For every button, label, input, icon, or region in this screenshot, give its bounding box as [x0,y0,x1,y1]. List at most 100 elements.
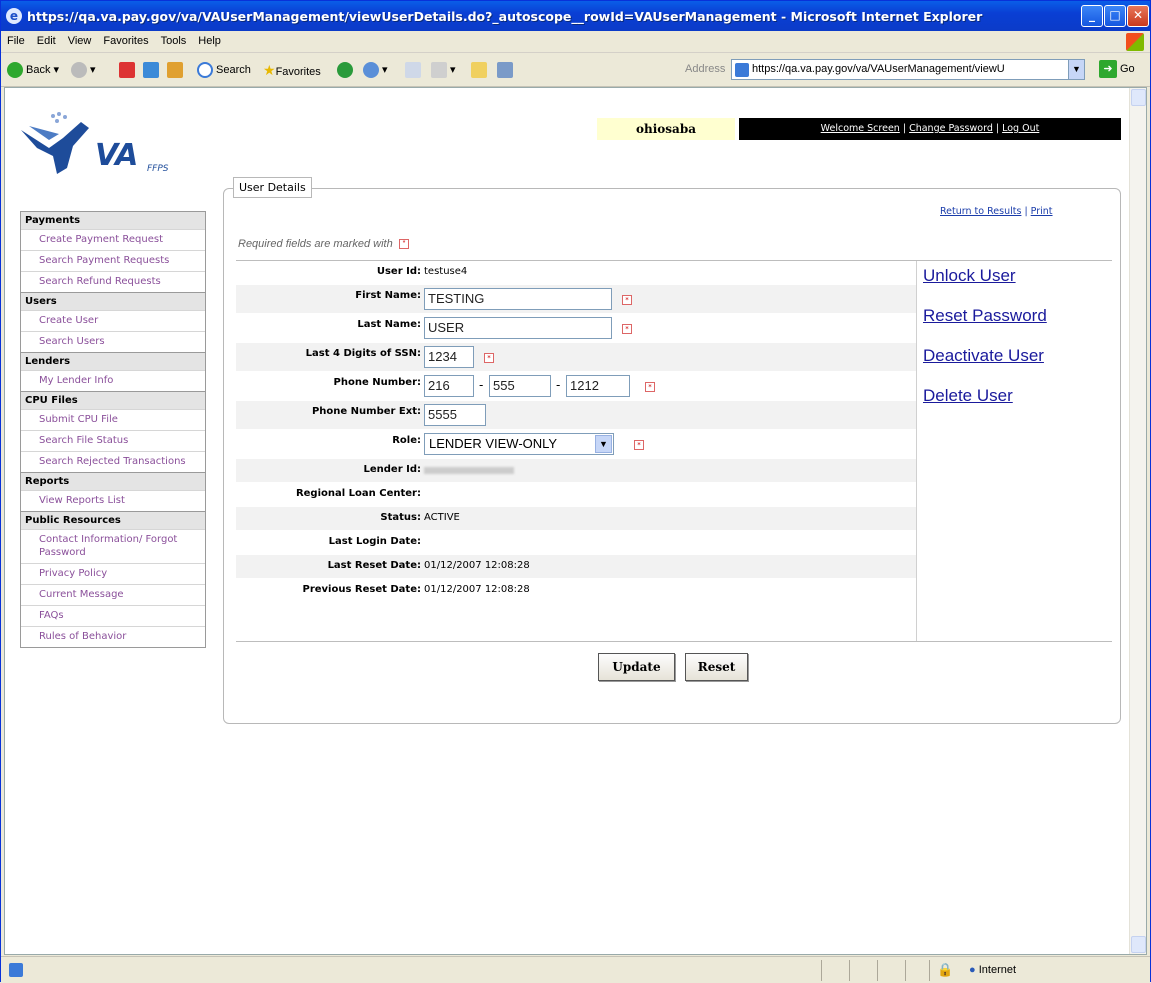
logo-subtext: FFPS [147,164,169,174]
first-name-input[interactable]: TESTING [424,288,612,310]
messenger-icon [497,62,513,78]
nav-section-lenders: Lenders [21,352,205,370]
media-button[interactable] [337,62,356,78]
phone-ext-input[interactable]: 5555 [424,404,486,426]
user-id-value: testuse4 [424,266,468,277]
address-input[interactable]: https://qa.va.pay.gov/va/VAUserManagemen… [731,59,1085,80]
mail-button[interactable] [405,62,424,78]
vertical-scrollbar[interactable] [1129,88,1146,954]
row-last-name: Last Name: USER * [236,314,916,343]
chevron-down-icon[interactable]: ▼ [595,435,612,453]
change-password-link[interactable]: Change Password [909,123,993,134]
ie-icon: e [6,8,22,24]
welcome-screen-link[interactable]: Welcome Screen [821,123,900,134]
required-marker-icon: * [645,382,655,392]
media-icon [337,62,353,78]
sidebar-item-search-refund-requests[interactable]: Search Refund Requests [21,271,205,292]
sidebar-item-submit-cpu-file[interactable]: Submit CPU File [21,409,205,430]
nav-section-users: Users [21,292,205,310]
unlock-user-link[interactable]: Unlock User [923,266,1047,286]
row-last-login: Last Login Date: [236,531,916,555]
update-button[interactable]: Update [598,653,675,681]
phone-area-input[interactable]: 216 [424,375,474,397]
window-title: https://qa.va.pay.gov/va/VAUserManagemen… [27,9,983,24]
required-marker-icon: * [398,239,409,250]
menu-favorites[interactable]: Favorites [97,31,154,47]
divider [236,641,1112,642]
search-icon [197,62,213,78]
required-marker-icon: * [622,324,632,334]
va-ffps-logo: VA FFPS [19,108,209,198]
menu-help[interactable]: Help [192,31,227,47]
home-button[interactable] [167,62,186,78]
scroll-up-icon[interactable] [1131,89,1146,106]
return-to-results-link[interactable]: Return to Results [940,206,1021,217]
previous-reset-value: 01/12/2007 12:08:28 [424,584,530,595]
minimize-button[interactable]: _ [1081,5,1103,27]
sidebar-item-my-lender-info[interactable]: My Lender Info [21,370,205,391]
logout-link[interactable]: Log Out [1002,123,1039,134]
last-name-input[interactable]: USER [424,317,612,339]
history-icon [363,62,379,78]
edit-button[interactable] [471,62,490,78]
divider [929,960,930,981]
required-marker-icon: * [484,353,494,363]
menu-edit[interactable]: Edit [31,31,62,47]
forward-button[interactable]: ▾ [71,62,96,78]
menu-tools[interactable]: Tools [155,31,193,47]
scroll-down-icon[interactable] [1131,936,1146,953]
maximize-button[interactable]: □ [1104,5,1126,27]
ssn-input[interactable]: 1234 [424,346,474,368]
address-label: Address [685,63,726,75]
result-links: Return to Results | Print [940,206,1053,217]
deactivate-user-link[interactable]: Deactivate User [923,346,1047,366]
nav-section-cpu-files: CPU Files [21,391,205,409]
menu-view[interactable]: View [62,31,98,47]
sidebar-item-search-rejected-transactions[interactable]: Search Rejected Transactions [21,451,205,472]
favorites-button[interactable]: ★Favorites [263,62,321,79]
sidebar-item-search-payment-requests[interactable]: Search Payment Requests [21,250,205,271]
sidebar-item-create-payment-request[interactable]: Create Payment Request [21,229,205,250]
print-icon [431,62,447,78]
stop-button[interactable] [119,62,138,78]
sidebar-item-current-message[interactable]: Current Message [21,584,205,605]
security-zone: ● Internet [969,964,1017,976]
history-button[interactable]: ▾ [363,62,388,78]
print-button[interactable]: ▾ [431,62,456,78]
sidebar-item-rules-of-behavior[interactable]: Rules of Behavior [21,626,205,647]
phone-line-input[interactable]: 1212 [566,375,630,397]
divider [916,261,917,641]
sidebar-item-contact-information[interactable]: Contact Information/ Forgot Password [21,529,205,563]
page-content: VA FFPS Payments Create Payment Request … [4,87,1147,955]
phone-prefix-input[interactable]: 555 [489,375,551,397]
user-actions: Unlock User Reset Password Deactivate Us… [923,266,1047,426]
required-marker-icon: * [634,440,644,450]
stop-icon [119,62,135,78]
sidebar-item-create-user[interactable]: Create User [21,310,205,331]
sidebar-item-search-users[interactable]: Search Users [21,331,205,352]
status-bar: 🔒 ● Internet [1,956,1150,983]
sidebar-nav: Payments Create Payment Request Search P… [20,211,206,648]
messenger-button[interactable] [497,62,516,78]
nav-section-public-resources: Public Resources [21,511,205,529]
go-button[interactable]: ➜ Go [1099,60,1135,78]
delete-user-link[interactable]: Delete User [923,386,1047,406]
menu-file[interactable]: File [1,31,31,47]
refresh-button[interactable] [143,62,162,78]
search-button[interactable]: Search [197,62,251,78]
row-regional-loan-center: Regional Loan Center: [236,483,916,507]
browser-window: e https://qa.va.pay.gov/va/VAUserManagem… [0,0,1151,983]
back-button[interactable]: Back ▾ [7,62,59,78]
row-ssn: Last 4 Digits of SSN: 1234 * [236,343,916,372]
role-select[interactable]: LENDER VIEW-ONLY ▼ [424,433,614,455]
address-dropdown-icon[interactable]: ▼ [1068,60,1084,79]
close-button[interactable]: ✕ [1127,5,1149,27]
sidebar-item-view-reports-list[interactable]: View Reports List [21,490,205,511]
sidebar-item-faqs[interactable]: FAQs [21,605,205,626]
last-reset-value: 01/12/2007 12:08:28 [424,560,530,571]
reset-password-link[interactable]: Reset Password [923,306,1047,326]
reset-button[interactable]: Reset [685,653,748,681]
print-link[interactable]: Print [1031,206,1053,217]
sidebar-item-privacy-policy[interactable]: Privacy Policy [21,563,205,584]
sidebar-item-search-file-status[interactable]: Search File Status [21,430,205,451]
